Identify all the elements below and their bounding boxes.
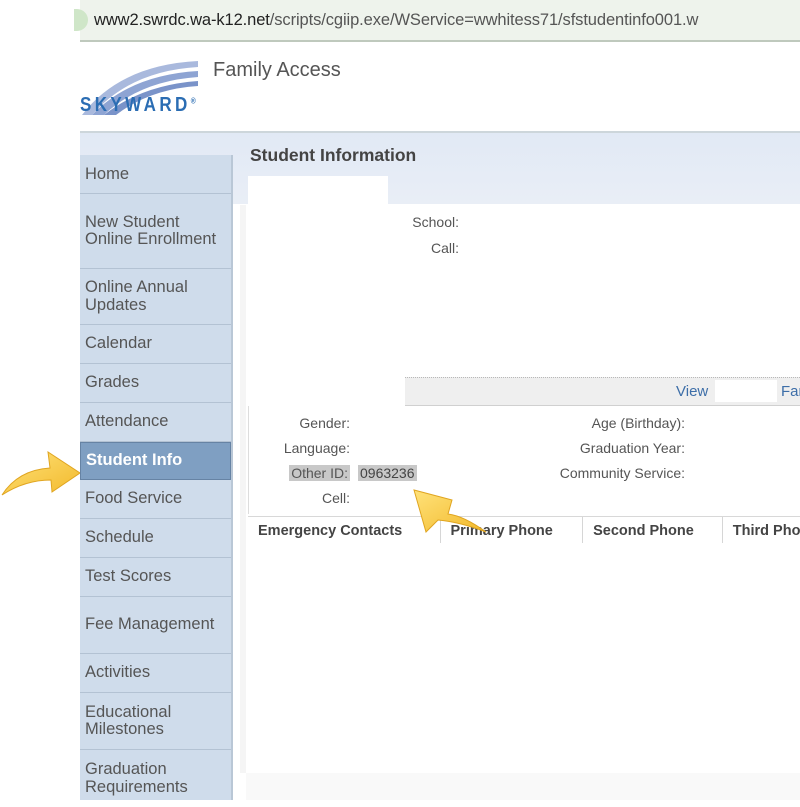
- app-title: Family Access: [213, 59, 341, 81]
- column-second-phone[interactable]: Second Phone: [583, 517, 723, 543]
- other-id-label: Other ID:: [260, 465, 350, 481]
- site-info-icon[interactable]: [74, 9, 88, 31]
- sidebar-item-activities[interactable]: Activities: [80, 654, 231, 693]
- pointer-arrow-icon: [1, 450, 80, 496]
- sidebar-item-home[interactable]: Home: [80, 156, 231, 194]
- sidebar-item-food-service[interactable]: Food Service: [80, 480, 231, 519]
- sidebar-nav: Home New Student Online Enrollment Onlin…: [80, 155, 233, 800]
- url-host: www2.swrdc.wa-k12.net: [94, 11, 270, 29]
- other-id-value-text: 0963236: [358, 465, 417, 481]
- sidebar-item-new-student-online-enrollment[interactable]: New Student Online Enrollment: [80, 194, 231, 269]
- address-bar[interactable]: www2.swrdc.wa-k12.net/scripts/cgiip.exe/…: [74, 0, 800, 42]
- call-label: Call:: [430, 240, 459, 256]
- sidebar-item-fee-management[interactable]: Fee Management: [80, 597, 231, 654]
- age-birthday-label: Age (Birthday):: [591, 415, 685, 431]
- graduation-year-label: Graduation Year:: [579, 440, 685, 456]
- view-link[interactable]: View: [676, 383, 708, 400]
- sidebar-item-schedule[interactable]: Schedule: [80, 519, 231, 558]
- sidebar-item-educational-milestones[interactable]: Educational Milestones: [80, 693, 231, 750]
- skyward-logo[interactable]: SKYWARD®: [80, 94, 196, 117]
- registered-mark: ®: [190, 96, 196, 106]
- sidebar-item-attendance[interactable]: Attendance: [80, 403, 231, 442]
- pointer-arrow-icon-2: [413, 489, 487, 533]
- sidebar-item-test-scores[interactable]: Test Scores: [80, 558, 231, 597]
- other-id-value: 0963236: [358, 465, 417, 481]
- community-service-label: Community Service:: [559, 465, 685, 481]
- other-id-label-text: Other ID:: [289, 465, 350, 481]
- view-bar: View Fan: [405, 377, 800, 406]
- family-link[interactable]: Fan: [781, 383, 800, 400]
- school-label: School:: [412, 214, 459, 230]
- sidebar-item-grades[interactable]: Grades: [80, 364, 231, 403]
- redacted-field: [715, 380, 777, 402]
- sidebar-item-student-info[interactable]: Student Info: [80, 442, 231, 480]
- url-path: /scripts/cgiip.exe/WService=wwhitess71/s…: [269, 11, 699, 29]
- student-name-tab-redacted: [248, 176, 388, 206]
- logo-text: SKYWARD: [80, 94, 191, 116]
- cell-label: Cell:: [321, 490, 350, 506]
- sidebar-item-calendar[interactable]: Calendar: [80, 325, 231, 364]
- url-text[interactable]: www2.swrdc.wa-k12.net/scripts/cgiip.exe/…: [94, 11, 698, 30]
- language-label: Language:: [283, 440, 350, 456]
- page-title: Student Information: [250, 145, 417, 165]
- emergency-contacts-header: Emergency Contacts Primary Phone Second …: [248, 516, 800, 543]
- column-third-phone[interactable]: Third Phone: [723, 517, 800, 543]
- sidebar-item-graduation-requirements[interactable]: Graduation Requirements: [80, 750, 231, 807]
- sidebar-item-online-annual-updates[interactable]: Online Annual Updates: [80, 269, 231, 325]
- gender-label: Gender:: [299, 415, 350, 431]
- content-footer: [246, 773, 800, 800]
